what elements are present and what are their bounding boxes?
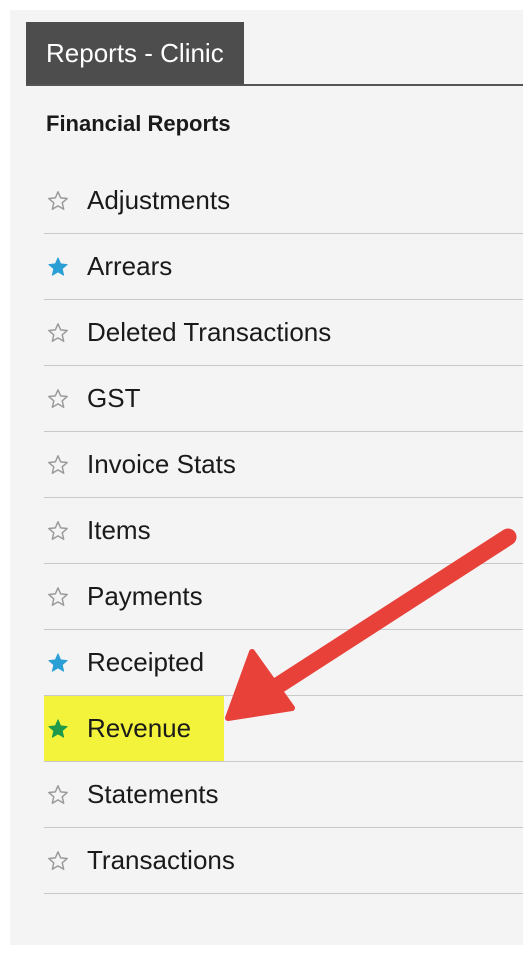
report-item-gst[interactable]: GST	[44, 366, 523, 432]
star-outline-icon[interactable]	[47, 784, 69, 806]
report-item-revenue[interactable]: Revenue	[44, 696, 523, 762]
report-item-invoice-stats[interactable]: Invoice Stats	[44, 432, 523, 498]
tab-reports-clinic[interactable]: Reports - Clinic	[26, 22, 244, 84]
report-item-label: Revenue	[87, 713, 192, 743]
report-item-label: Payments	[87, 581, 203, 611]
report-item-deleted-transactions[interactable]: Deleted Transactions	[44, 300, 523, 366]
star-filled-green-icon[interactable]	[47, 718, 69, 740]
report-item-label: Statements	[87, 779, 219, 809]
star-outline-icon[interactable]	[47, 520, 69, 542]
report-item-label: Arrears	[87, 251, 173, 281]
report-item-label: Deleted Transactions	[87, 317, 332, 347]
report-item-label: Invoice Stats	[87, 449, 236, 479]
report-item-adjustments[interactable]: Adjustments	[44, 168, 523, 234]
report-item-statements[interactable]: Statements	[44, 762, 523, 828]
reports-panel: Reports - Clinic Financial Reports Adjus…	[10, 10, 523, 945]
star-outline-icon[interactable]	[47, 586, 69, 608]
report-list: Adjustments Arrears Deleted Transactions…	[44, 168, 523, 894]
report-item-arrears[interactable]: Arrears	[44, 234, 523, 300]
report-item-payments[interactable]: Payments	[44, 564, 523, 630]
star-outline-icon[interactable]	[47, 322, 69, 344]
report-item-label: Adjustments	[87, 185, 231, 215]
report-item-label: GST	[87, 383, 141, 413]
star-outline-icon[interactable]	[47, 388, 69, 410]
star-filled-blue-icon[interactable]	[47, 652, 69, 674]
report-item-label: Items	[87, 515, 151, 545]
star-outline-icon[interactable]	[47, 190, 69, 212]
report-item-label: Transactions	[87, 845, 235, 875]
report-item-items[interactable]: Items	[44, 498, 523, 564]
star-outline-icon[interactable]	[47, 454, 69, 476]
report-item-receipted[interactable]: Receipted	[44, 630, 523, 696]
report-item-label: Receipted	[87, 647, 205, 677]
report-item-transactions[interactable]: Transactions	[44, 828, 523, 894]
tab-underline	[26, 84, 523, 86]
star-filled-blue-icon[interactable]	[47, 256, 69, 278]
section-title: Financial Reports	[46, 111, 231, 136]
star-outline-icon[interactable]	[47, 850, 69, 872]
